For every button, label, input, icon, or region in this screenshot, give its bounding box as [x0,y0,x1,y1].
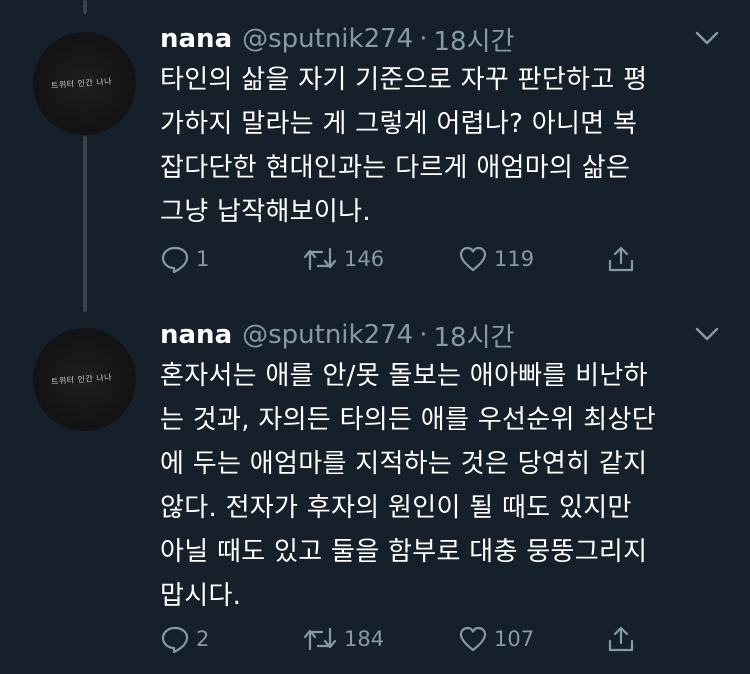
tweet-text: 혼자서는 애를 안/못 돌보는 애아빠를 비난하 는 것과, 자의든 타의든 애… [160,361,656,611]
tweet-2[interactable]: 트위터 인간 나나 nana @sputnik274 · 18시간 혼자서는 애… [0,316,750,672]
tweet-text: 타인의 삶을 자기 기준으로 자꾸 판단하고 평 가하지 말라는 게 그렇게 어… [160,65,648,227]
retweet-count: 184 [344,627,385,651]
like-count: 107 [494,627,535,651]
avatar-caption: 트위터 인간 나나 [50,372,113,387]
share-button[interactable] [606,242,636,276]
separator-dot: · [419,320,428,350]
retweet-button[interactable]: 146 [302,242,384,276]
avatar-caption: 트위터 인간 나나 [50,76,113,91]
reply-icon [161,246,189,274]
retweet-icon [303,627,337,651]
like-count: 119 [494,247,535,271]
share-button[interactable] [606,622,636,656]
timestamp[interactable]: 18시간 [433,317,514,354]
chevron-down-icon[interactable] [694,324,720,344]
avatar[interactable]: 트위터 인간 나나 [33,32,136,135]
like-icon [459,626,487,652]
reply-count: 2 [196,627,210,651]
tweet-header: nana @sputnik274 · 18시간 [160,316,514,354]
tweet-header: nana @sputnik274 · 18시간 [160,20,514,58]
reply-button[interactable]: 2 [160,622,209,656]
like-button[interactable]: 119 [458,242,534,276]
like-icon [459,246,487,272]
share-icon [608,246,634,272]
retweet-count: 146 [344,247,385,271]
retweet-button[interactable]: 184 [302,622,384,656]
separator-dot: · [419,24,428,54]
reply-icon [161,626,189,654]
tweet-1[interactable]: 트위터 인간 나나 nana @sputnik274 · 18시간 타인의 삶을… [0,20,750,300]
timestamp[interactable]: 18시간 [433,21,514,58]
reply-button[interactable]: 1 [160,242,209,276]
display-name[interactable]: nana [160,24,232,54]
retweet-icon [303,247,337,271]
like-button[interactable]: 107 [458,622,534,656]
user-handle[interactable]: @sputnik274 [242,320,413,350]
avatar[interactable]: 트위터 인간 나나 [33,328,136,431]
user-handle[interactable]: @sputnik274 [242,24,413,54]
thread-line-top [83,0,87,14]
share-icon [608,626,634,652]
display-name[interactable]: nana [160,320,232,350]
chevron-down-icon[interactable] [694,28,720,48]
reply-count: 1 [196,247,210,271]
